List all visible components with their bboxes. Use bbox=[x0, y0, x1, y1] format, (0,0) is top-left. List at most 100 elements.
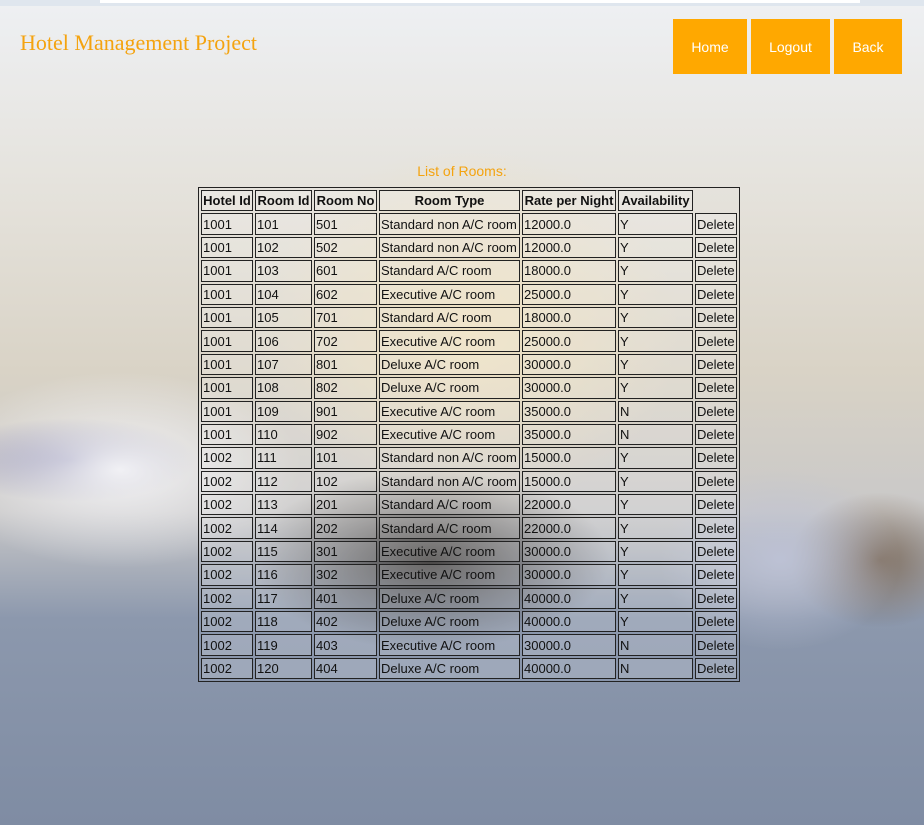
cell-availability: N bbox=[618, 423, 693, 446]
cell-room-id: 116 bbox=[255, 564, 312, 586]
cell-room-id: 103 bbox=[255, 260, 312, 282]
delete-button[interactable]: Delete bbox=[695, 657, 737, 680]
table-row: 1002 111 101 Standard non A/C room 15000.0 Y D… bbox=[201, 447, 737, 469]
address-bar-edge bbox=[100, 0, 860, 3]
cell-room-type: Standard A/C room bbox=[379, 260, 520, 282]
cell-room-no: 801 bbox=[314, 353, 377, 376]
cell-room-no: 402 bbox=[314, 611, 377, 633]
cell-hotel-id: 1001 bbox=[201, 283, 253, 305]
cell-room-no: 403 bbox=[314, 634, 377, 656]
delete-button[interactable]: Delete bbox=[695, 611, 737, 633]
table-row: 1001 107 801 Deluxe A/C room 30000.0 Y Delete bbox=[201, 353, 737, 376]
cell-room-id: 119 bbox=[255, 634, 312, 656]
cell-hotel-id: 1001 bbox=[201, 423, 253, 446]
cell-rate-per-night: 30000.0 bbox=[522, 634, 616, 656]
delete-button[interactable]: Delete bbox=[695, 517, 737, 539]
cell-rate-per-night: 40000.0 bbox=[522, 587, 616, 610]
table-row: 1001 102 502 Standard non A/C room 12000.0 Y D… bbox=[201, 236, 737, 259]
cell-rate-per-night: 15000.0 bbox=[522, 470, 616, 493]
cell-room-type: Executive A/C room bbox=[379, 564, 520, 586]
cell-room-type: Standard non A/C room bbox=[379, 236, 520, 259]
delete-button[interactable]: Delete bbox=[695, 236, 737, 259]
delete-button[interactable]: Delete bbox=[695, 587, 737, 610]
cell-availability: Y bbox=[618, 377, 693, 399]
delete-button[interactable]: Delete bbox=[695, 470, 737, 493]
cell-room-type: Deluxe A/C room bbox=[379, 657, 520, 680]
cell-hotel-id: 1002 bbox=[201, 494, 253, 516]
delete-button[interactable]: Delete bbox=[695, 447, 737, 469]
table-row: 1001 110 902 Executive A/C room 35000.0 N Dele… bbox=[201, 423, 737, 446]
logout-button[interactable]: Logout bbox=[751, 19, 830, 74]
cell-room-type: Deluxe A/C room bbox=[379, 353, 520, 376]
rooms-caption: List of Rooms: bbox=[417, 163, 507, 179]
delete-button[interactable]: Delete bbox=[695, 634, 737, 656]
delete-button[interactable]: Delete bbox=[695, 330, 737, 352]
delete-button[interactable]: Delete bbox=[695, 400, 737, 422]
cell-room-id: 109 bbox=[255, 400, 312, 422]
cell-rate-per-night: 25000.0 bbox=[522, 283, 616, 305]
browser-top-strip bbox=[0, 0, 924, 6]
delete-button[interactable]: Delete bbox=[695, 213, 737, 235]
cell-room-no: 202 bbox=[314, 517, 377, 539]
delete-button[interactable]: Delete bbox=[695, 353, 737, 376]
cell-room-no: 601 bbox=[314, 260, 377, 282]
cell-rate-per-night: 40000.0 bbox=[522, 657, 616, 680]
delete-button[interactable]: Delete bbox=[695, 283, 737, 305]
cell-room-no: 702 bbox=[314, 330, 377, 352]
delete-button[interactable]: Delete bbox=[695, 260, 737, 282]
cell-hotel-id: 1002 bbox=[201, 634, 253, 656]
cell-availability: Y bbox=[618, 260, 693, 282]
table-row: 1002 120 404 Deluxe A/C room 40000.0 N Delete bbox=[201, 657, 737, 680]
cell-room-no: 502 bbox=[314, 236, 377, 259]
cell-rate-per-night: 30000.0 bbox=[522, 353, 616, 376]
cell-hotel-id: 1001 bbox=[201, 236, 253, 259]
cell-hotel-id: 1001 bbox=[201, 353, 253, 376]
table-row: 1001 108 802 Deluxe A/C room 30000.0 Y Delete bbox=[201, 377, 737, 399]
cell-room-id: 118 bbox=[255, 611, 312, 633]
delete-button[interactable]: Delete bbox=[695, 494, 737, 516]
cell-availability: Y bbox=[618, 213, 693, 235]
cell-room-id: 102 bbox=[255, 236, 312, 259]
cell-hotel-id: 1001 bbox=[201, 260, 253, 282]
table-row: 1001 101 501 Standard non A/C room 12000.0 Y D… bbox=[201, 213, 737, 235]
cell-availability: Y bbox=[618, 330, 693, 352]
cell-room-id: 117 bbox=[255, 587, 312, 610]
cell-rate-per-night: 15000.0 bbox=[522, 447, 616, 469]
cell-room-type: Deluxe A/C room bbox=[379, 587, 520, 610]
table-row: 1002 118 402 Deluxe A/C room 40000.0 Y Delete bbox=[201, 611, 737, 633]
cell-availability: Y bbox=[618, 236, 693, 259]
table-header-row: Hotel Id Room Id Room No Room Type Rate per … bbox=[201, 190, 737, 212]
cell-room-no: 102 bbox=[314, 470, 377, 493]
cell-hotel-id: 1001 bbox=[201, 306, 253, 329]
delete-button[interactable]: Delete bbox=[695, 540, 737, 563]
delete-button[interactable]: Delete bbox=[695, 564, 737, 586]
cell-rate-per-night: 12000.0 bbox=[522, 236, 616, 259]
cell-hotel-id: 1001 bbox=[201, 400, 253, 422]
cell-room-type: Executive A/C room bbox=[379, 283, 520, 305]
delete-button[interactable]: Delete bbox=[695, 377, 737, 399]
home-button[interactable]: Home bbox=[673, 19, 747, 74]
cell-availability: N bbox=[618, 657, 693, 680]
table-row: 1002 117 401 Deluxe A/C room 40000.0 Y Delete bbox=[201, 587, 737, 610]
cell-room-id: 111 bbox=[255, 447, 312, 469]
cell-room-no: 602 bbox=[314, 283, 377, 305]
cell-hotel-id: 1002 bbox=[201, 587, 253, 610]
back-button[interactable]: Back bbox=[834, 19, 902, 74]
table-row: 1002 114 202 Standard A/C room 22000.0 Y Delet… bbox=[201, 517, 737, 539]
cell-room-no: 902 bbox=[314, 423, 377, 446]
table-row: 1001 104 602 Executive A/C room 25000.0 Y Dele… bbox=[201, 283, 737, 305]
delete-button[interactable]: Delete bbox=[695, 423, 737, 446]
cell-hotel-id: 1002 bbox=[201, 564, 253, 586]
cell-room-no: 501 bbox=[314, 213, 377, 235]
cell-hotel-id: 1002 bbox=[201, 517, 253, 539]
table-row: 1001 103 601 Standard A/C room 18000.0 Y Delet… bbox=[201, 260, 737, 282]
cell-availability: Y bbox=[618, 447, 693, 469]
cell-availability: Y bbox=[618, 470, 693, 493]
delete-button[interactable]: Delete bbox=[695, 306, 737, 329]
cell-room-type: Standard A/C room bbox=[379, 494, 520, 516]
cell-availability: Y bbox=[618, 564, 693, 586]
cell-room-id: 112 bbox=[255, 470, 312, 493]
table-row: 1002 112 102 Standard non A/C room 15000.0 Y D… bbox=[201, 470, 737, 493]
cell-availability: Y bbox=[618, 494, 693, 516]
cell-availability: Y bbox=[618, 353, 693, 376]
